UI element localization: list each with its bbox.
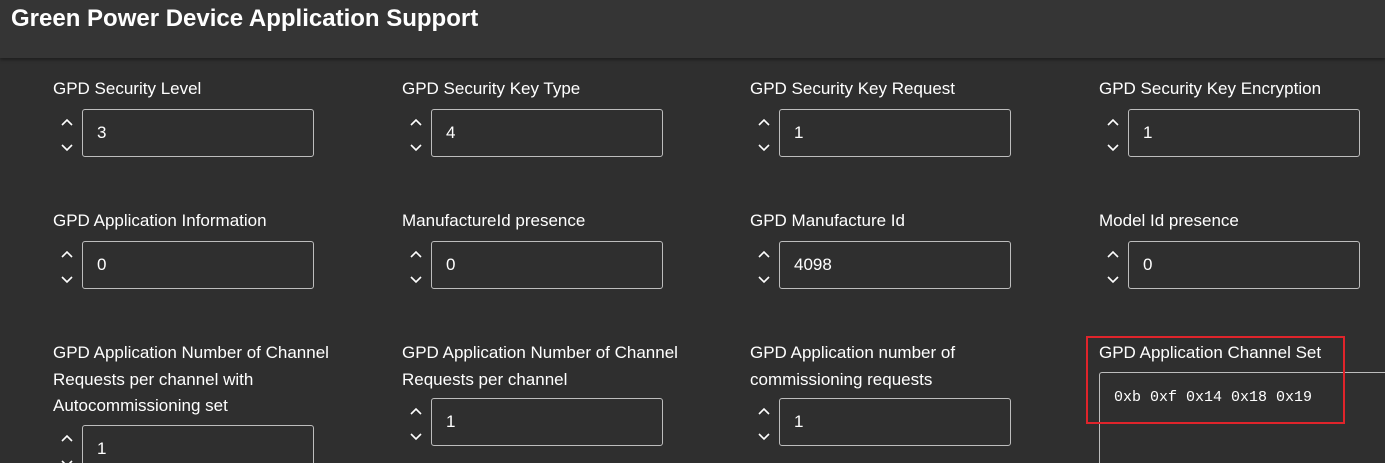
manufacturer-id-presence-input[interactable] [431,240,663,289]
field-label: GPD Application Information [53,211,267,230]
number-stepper [53,424,363,463]
field-label: GPD Application Number of Channel Reques… [53,343,329,415]
security-key-request-input[interactable] [779,108,1011,157]
field-commissioning-requests: GPD Application number of commissioning … [750,340,1011,448]
number-stepper [750,108,1080,159]
section-title: Green Power Device Application Support [11,5,479,32]
chevron-up-icon[interactable] [754,401,774,421]
spinner-controls [750,241,776,291]
chevron-up-icon[interactable] [406,112,426,132]
number-stepper [402,240,732,291]
field-label: GPD Security Key Type [402,79,581,98]
field-label: GPD Application Channel Set [1099,343,1322,362]
field-label: GPD Application Number of Channel Reques… [402,343,678,389]
chevron-down-icon[interactable] [406,427,426,447]
number-stepper [402,398,712,448]
channel-requests-per-channel-input[interactable] [431,398,663,446]
section-header: Green Power Device Application Support [0,0,1385,58]
security-key-type-input[interactable] [431,108,663,157]
field-label: GPD Manufacture Id [750,211,905,230]
field-label: GPD Application number of commissioning … [750,343,956,389]
security-level-input[interactable] [82,108,314,157]
security-key-encryption-input[interactable] [1128,108,1360,157]
settings-page: Green Power Device Application Support G… [0,0,1385,463]
field-label: GPD Security Level [53,79,202,98]
spinner-controls [750,398,776,448]
channel-set-input[interactable]: 0xb 0xf 0x14 0x18 0x19 [1099,372,1385,463]
chevron-down-icon[interactable] [406,138,426,158]
field-channel-requests-per-channel: GPD Application Number of Channel Reques… [402,340,712,448]
field-label: GPD Security Key Request [750,79,956,98]
chevron-up-icon[interactable] [754,112,774,132]
chevron-up-icon[interactable] [406,244,426,264]
chevron-down-icon[interactable] [406,270,426,290]
chevron-up-icon[interactable] [754,244,774,264]
chevron-down-icon[interactable] [57,270,77,290]
field-security-key-request: GPD Security Key Request [750,76,1080,159]
number-stepper [1099,108,1385,159]
field-model-id-presence: Model Id presence [1099,208,1385,291]
spinner-controls [402,241,428,291]
field-manufacture-id: GPD Manufacture Id [750,208,1080,291]
chevron-up-icon[interactable] [57,244,77,264]
number-stepper [1099,240,1385,291]
spinner-controls [402,109,428,159]
chevron-down-icon[interactable] [754,270,774,290]
channel-requests-autocommissioning-input[interactable] [82,424,314,463]
chevron-up-icon[interactable] [1103,244,1123,264]
field-manufacturer-id-presence: ManufactureId presence [402,208,732,291]
field-channel-requests-autocommissioning: GPD Application Number of Channel Reques… [53,340,363,463]
spinner-controls [750,109,776,159]
chevron-down-icon[interactable] [754,427,774,447]
spinner-controls [1099,241,1125,291]
chevron-up-icon[interactable] [57,112,77,132]
number-stepper [53,108,383,159]
chevron-down-icon[interactable] [1103,270,1123,290]
chevron-down-icon[interactable] [1103,138,1123,158]
spinner-controls [402,398,428,448]
application-information-input[interactable] [82,240,314,289]
spinner-controls [53,241,79,291]
field-security-key-type: GPD Security Key Type [402,76,732,159]
chevron-down-icon[interactable] [57,454,77,463]
spinner-controls [1099,109,1125,159]
chevron-up-icon[interactable] [1103,112,1123,132]
number-stepper [750,398,1011,448]
field-security-key-encryption: GPD Security Key Encryption [1099,76,1385,159]
chevron-down-icon[interactable] [754,138,774,158]
number-stepper [750,240,1080,291]
model-id-presence-input[interactable] [1128,240,1360,289]
chevron-down-icon[interactable] [57,138,77,158]
field-channel-set: GPD Application Channel Set [1099,340,1379,367]
chevron-up-icon[interactable] [406,401,426,421]
number-stepper [53,240,383,291]
field-security-level: GPD Security Level [53,76,383,159]
field-application-information: GPD Application Information [53,208,383,291]
field-label: Model Id presence [1099,211,1239,230]
spinner-controls [53,425,79,463]
commissioning-requests-input[interactable] [779,398,1011,446]
field-label: ManufactureId presence [402,211,586,230]
number-stepper [402,108,732,159]
field-label: GPD Security Key Encryption [1099,79,1322,98]
spinner-controls [53,109,79,159]
manufacture-id-input[interactable] [779,240,1011,289]
chevron-up-icon[interactable] [57,428,77,448]
